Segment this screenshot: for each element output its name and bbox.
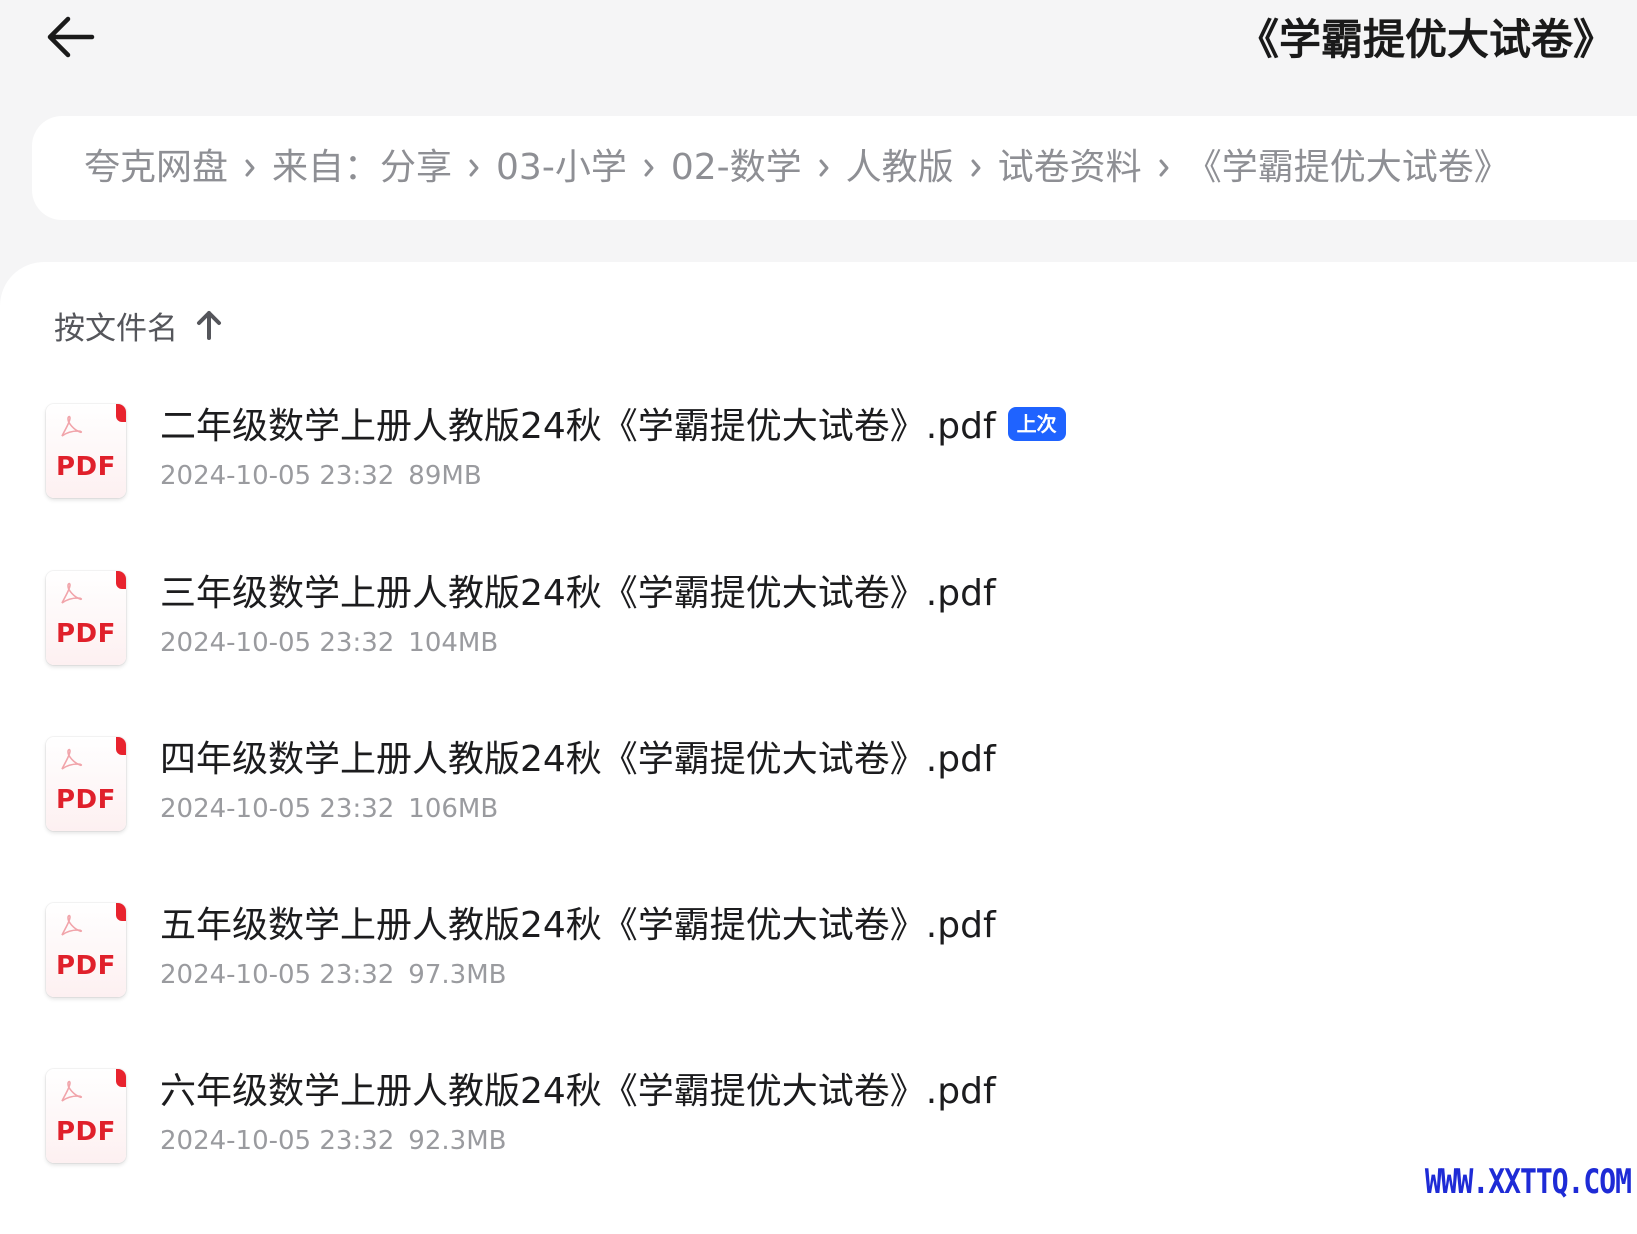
file-size: 92.3MB	[408, 1126, 507, 1156]
breadcrumb-item-primary[interactable]: 03-小学	[496, 116, 627, 220]
chevron-right-icon	[818, 157, 830, 179]
chevron-right-icon	[1158, 157, 1170, 179]
back-button[interactable]	[40, 12, 100, 62]
sort-button[interactable]: 按文件名	[54, 300, 222, 350]
file-row[interactable]: PDF 三年级数学上册人教版24秋《学霸提优大试卷》.pdf 2024-10-0…	[0, 571, 1637, 711]
breadcrumb-item-math[interactable]: 02-数学	[671, 116, 802, 220]
breadcrumb-item-current[interactable]: 《学霸提优大试卷》	[1186, 116, 1510, 220]
file-row[interactable]: PDF 六年级数学上册人教版24秋《学霸提优大试卷》.pdf 2024-10-0…	[0, 1069, 1637, 1209]
file-size: 106MB	[408, 794, 499, 824]
file-date: 2024-10-05 23:32	[160, 794, 395, 824]
breadcrumb-item-pep[interactable]: 人教版	[846, 116, 954, 220]
file-name-text: 六年级数学上册人教版24秋《学霸提优大试卷》.pdf	[160, 1071, 996, 1112]
file-name: 二年级数学上册人教版24秋《学霸提优大试卷》.pdf 上次	[160, 402, 1066, 452]
arrow-left-icon	[47, 16, 95, 58]
file-date: 2024-10-05 23:32	[160, 1126, 395, 1156]
pdf-file-icon: PDF	[46, 1069, 126, 1163]
file-name: 三年级数学上册人教版24秋《学霸提优大试卷》.pdf	[160, 569, 996, 619]
file-meta: 2024-10-05 23:32 106MB	[160, 791, 498, 827]
chevron-right-icon	[244, 157, 256, 179]
breadcrumb-item-exam-materials[interactable]: 试卷资料	[998, 116, 1142, 220]
acrobat-icon	[61, 914, 83, 936]
sort-label: 按文件名	[54, 310, 178, 347]
file-size: 97.3MB	[408, 960, 507, 990]
top-bar: 《学霸提优大试卷》	[0, 0, 1637, 110]
file-row[interactable]: PDF 二年级数学上册人教版24秋《学霸提优大试卷》.pdf 上次 2024-1…	[0, 404, 1637, 544]
chevron-right-icon	[468, 157, 480, 179]
file-name: 五年级数学上册人教版24秋《学霸提优大试卷》.pdf	[160, 901, 996, 951]
file-corner-mark	[116, 903, 126, 921]
acrobat-icon	[61, 415, 83, 437]
file-name: 六年级数学上册人教版24秋《学霸提优大试卷》.pdf	[160, 1067, 996, 1117]
file-date: 2024-10-05 23:32	[160, 960, 395, 990]
file-corner-mark	[116, 737, 126, 755]
file-row[interactable]: PDF 四年级数学上册人教版24秋《学霸提优大试卷》.pdf 2024-10-0…	[0, 737, 1637, 877]
pdf-file-icon: PDF	[46, 571, 126, 665]
breadcrumb-item-quark-drive[interactable]: 夸克网盘	[84, 116, 228, 220]
file-name-text: 二年级数学上册人教版24秋《学霸提优大试卷》.pdf	[160, 406, 996, 447]
pdf-file-icon: PDF	[46, 404, 126, 498]
pdf-file-icon: PDF	[46, 903, 126, 997]
file-meta: 2024-10-05 23:32 104MB	[160, 625, 498, 661]
file-name: 四年级数学上册人教版24秋《学霸提优大试卷》.pdf	[160, 735, 996, 785]
file-corner-mark	[116, 1069, 126, 1087]
file-name-text: 四年级数学上册人教版24秋《学霸提优大试卷》.pdf	[160, 739, 996, 780]
file-meta: 2024-10-05 23:32 97.3MB	[160, 957, 506, 993]
file-corner-mark	[116, 404, 126, 422]
acrobat-icon	[61, 1080, 83, 1102]
pdf-label: PDF	[56, 619, 116, 649]
arrow-up-icon	[196, 309, 222, 341]
acrobat-icon	[61, 582, 83, 604]
file-meta: 2024-10-05 23:32 92.3MB	[160, 1123, 506, 1159]
breadcrumb-item-shared[interactable]: 来自：分享	[272, 116, 452, 220]
file-name-text: 三年级数学上册人教版24秋《学霸提优大试卷》.pdf	[160, 573, 996, 614]
file-size: 89MB	[408, 461, 482, 491]
file-size: 104MB	[408, 628, 499, 658]
last-opened-badge: 上次	[1007, 407, 1066, 441]
file-meta: 2024-10-05 23:32 89MB	[160, 458, 482, 494]
pdf-label: PDF	[56, 1117, 116, 1147]
chevron-right-icon	[970, 157, 982, 179]
watermark: WWW.XXTTQ.COM	[1424, 1161, 1632, 1202]
pdf-label: PDF	[56, 785, 116, 815]
page-title: 《学霸提优大试卷》	[1236, 15, 1615, 64]
file-corner-mark	[116, 571, 126, 589]
pdf-label: PDF	[56, 951, 116, 981]
acrobat-icon	[61, 748, 83, 770]
pdf-label: PDF	[56, 452, 116, 482]
file-date: 2024-10-05 23:32	[160, 461, 395, 491]
pdf-file-icon: PDF	[46, 737, 126, 831]
file-list-panel: 按文件名 PDF 二年级数学上册人教版24秋《学霸提优大试卷》.pdf 上次 2…	[0, 262, 1637, 1234]
breadcrumb: 夸克网盘 来自：分享 03-小学 02-数学 人教版 试卷资料 《学霸提优大试卷…	[32, 116, 1637, 220]
chevron-right-icon	[643, 157, 655, 179]
file-date: 2024-10-05 23:32	[160, 628, 395, 658]
file-row[interactable]: PDF 五年级数学上册人教版24秋《学霸提优大试卷》.pdf 2024-10-0…	[0, 903, 1637, 1043]
file-name-text: 五年级数学上册人教版24秋《学霸提优大试卷》.pdf	[160, 905, 996, 946]
page: 《学霸提优大试卷》 夸克网盘 来自：分享 03-小学 02-数学 人教版 试卷资…	[0, 0, 1637, 1234]
